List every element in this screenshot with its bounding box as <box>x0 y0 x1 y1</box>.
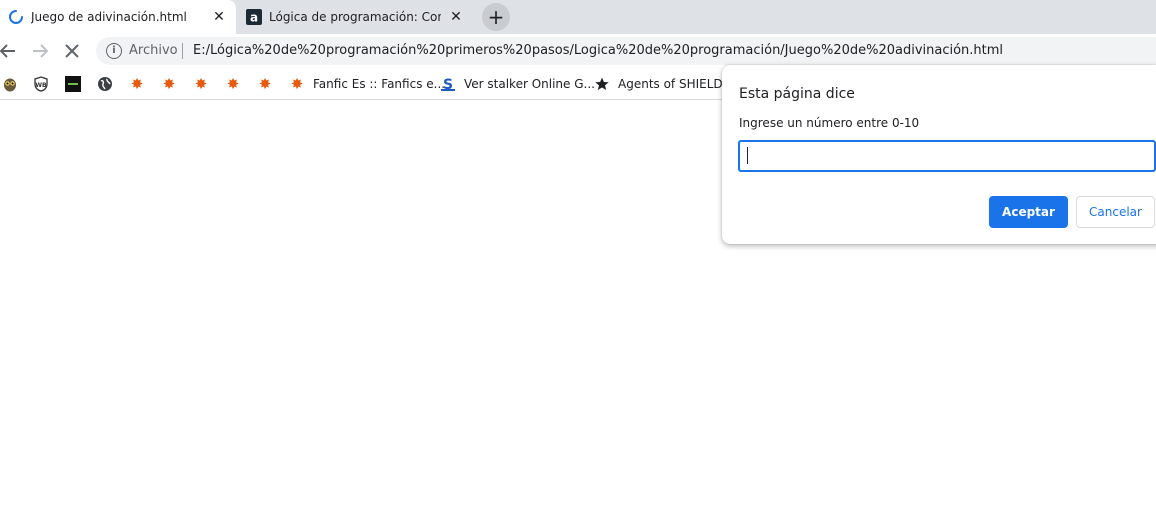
dialog-title: Esta página dice <box>739 86 855 102</box>
prompt-dialog: Esta página dice Ingrese un número entre… <box>722 65 1156 244</box>
loading-spinner-icon <box>9 10 23 24</box>
tab-logica-programacion[interactable]: a Lógica de programación: Concep ✕ <box>238 0 474 34</box>
stop-loading-icon[interactable] <box>61 40 83 62</box>
bookmark-ver-stalker[interactable]: S Ver stalker Online G... <box>440 75 595 93</box>
orange-star-icon: ✸ <box>290 75 304 93</box>
url-text[interactable]: E:/Lógica%20de%20programación%20primeros… <box>193 43 1003 59</box>
tab-title: Lógica de programación: Concep <box>269 10 441 24</box>
accept-button[interactable]: Aceptar <box>989 196 1068 228</box>
bookmark-item[interactable]: ✸ <box>129 75 145 93</box>
dialog-message: Ingrese un número entre 0-10 <box>739 116 920 130</box>
bookmark-fanfic-es[interactable]: ✸ Fanfic Es :: Fanfics e... <box>289 75 445 93</box>
security-label: Archivo <box>129 43 178 58</box>
svg-text:WB: WB <box>35 82 47 89</box>
bookmark-item[interactable]: ✸ <box>193 75 209 93</box>
alura-icon: a <box>246 9 262 25</box>
orange-star-icon: ✸ <box>162 75 176 93</box>
address-bar[interactable]: i Archivo E:/Lógica%20de%20programación%… <box>96 37 1156 65</box>
bookmark-label: Fanfic Es :: Fanfics e... <box>313 77 446 91</box>
dark-site-icon <box>65 76 81 92</box>
number-input[interactable] <box>738 140 1156 172</box>
forward-arrow-icon[interactable] <box>29 40 51 62</box>
info-icon[interactable]: i <box>106 43 122 59</box>
tab-strip: Juego de adivinación.html ✕ a Lógica de … <box>0 0 1156 34</box>
orange-star-icon: ✸ <box>226 75 240 93</box>
bookmark-item[interactable]: ✸ <box>161 75 177 93</box>
bookmark-item[interactable]: WB <box>33 75 49 93</box>
new-tab-button[interactable]: + <box>482 3 510 31</box>
black-star-icon <box>595 77 609 90</box>
orange-star-icon: ✸ <box>258 75 272 93</box>
bookmark-item[interactable] <box>97 75 113 93</box>
owl-icon <box>4 78 16 92</box>
bookmark-item[interactable] <box>65 75 81 93</box>
wb-shield-icon: WB <box>34 76 48 92</box>
orange-star-icon: ✸ <box>194 75 208 93</box>
bookmark-label: Agents of SHIELD C <box>618 77 735 91</box>
tab-juego-adivinacion[interactable]: Juego de adivinación.html ✕ <box>0 0 236 34</box>
globe-icon <box>98 77 112 91</box>
cancel-button[interactable]: Cancelar <box>1076 196 1155 228</box>
tab-title: Juego de adivinación.html <box>31 10 187 24</box>
bookmark-item[interactable] <box>2 75 18 93</box>
bookmark-agents-of-shield[interactable]: Agents of SHIELD C <box>594 75 735 93</box>
bookmark-label: Ver stalker Online G... <box>464 77 595 91</box>
s-site-icon: S <box>441 77 455 92</box>
bookmark-item[interactable]: ✸ <box>257 75 273 93</box>
bookmark-item[interactable]: ✸ <box>225 75 241 93</box>
plus-icon: + <box>487 5 505 29</box>
svg-text:a: a <box>250 11 258 25</box>
close-tab-icon[interactable]: ✕ <box>210 8 228 26</box>
separator <box>182 43 183 59</box>
browser-toolbar: i Archivo E:/Lógica%20de%20programación%… <box>0 34 1156 68</box>
orange-star-icon: ✸ <box>130 75 144 93</box>
text-caret <box>747 147 748 164</box>
close-tab-icon[interactable]: ✕ <box>447 8 465 26</box>
back-arrow-icon[interactable] <box>0 40 19 62</box>
